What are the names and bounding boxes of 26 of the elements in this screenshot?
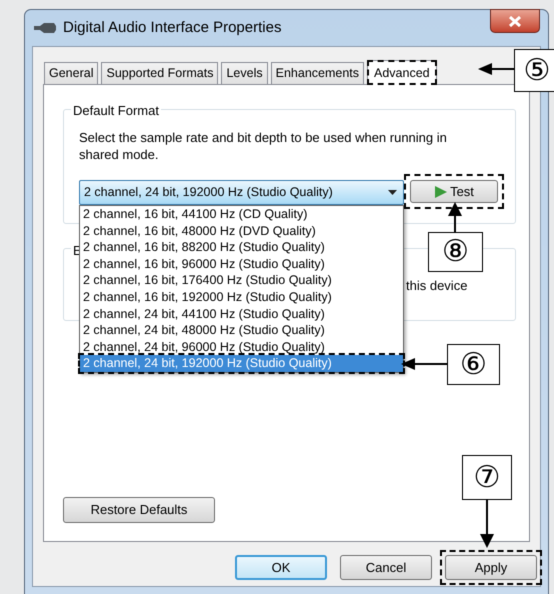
dropdown-option[interactable]: 2 channel, 16 bit, 192000 Hz (Studio Quality)	[80, 288, 403, 306]
description-text: Select the sample rate and bit depth to be used when running in shared mode.	[79, 129, 448, 163]
option-text: this device	[406, 277, 468, 295]
dialog-button[interactable]: Cancel	[340, 555, 432, 580]
callout-number: ⑥	[447, 344, 500, 385]
dropdown-option[interactable]: 2 channel, 24 bit, 96000 Hz (Studio Quality)	[80, 338, 403, 356]
window-title: Digital Audio Interface Properties	[63, 18, 282, 38]
dropdown-option[interactable]: 2 channel, 24 bit, 192000 Hz (Studio Quality)	[80, 355, 403, 372]
tab[interactable]: Levels	[221, 62, 268, 84]
tab[interactable]: Enhancements	[270, 62, 364, 84]
dropdown-option[interactable]: 2 channel, 16 bit, 44100 Hz (CD Quality)	[80, 206, 403, 223]
callout-number: ⑦	[462, 455, 512, 500]
format-dropdown[interactable]: 2 channel, 24 bit, 192000 Hz (Studio Quality)	[79, 180, 404, 205]
tab[interactable]: Supported Formats	[101, 62, 218, 84]
tab[interactable]: Advanced	[367, 60, 437, 85]
callout-number: ⑤	[514, 49, 554, 92]
dropdown-option[interactable]: 2 channel, 16 bit, 176400 Hz (Studio Quality)	[80, 272, 403, 289]
dialog-button[interactable]: Apply	[445, 555, 537, 580]
dropdown-option[interactable]: 2 channel, 24 bit, 48000 Hz (Studio Quality)	[80, 322, 403, 339]
callout-number: ⑧	[428, 232, 483, 272]
dropdown-option[interactable]: 2 channel, 16 bit, 48000 Hz (DVD Quality)	[80, 222, 403, 240]
dialog-button[interactable]: OK	[235, 555, 327, 580]
test-button[interactable]: Test	[410, 180, 498, 203]
dropdown-option[interactable]: 2 channel, 24 bit, 44100 Hz (Studio Quality)	[80, 306, 403, 322]
restore-defaults-button[interactable]: Restore Defaults	[63, 497, 215, 523]
tab[interactable]: General	[44, 62, 98, 84]
